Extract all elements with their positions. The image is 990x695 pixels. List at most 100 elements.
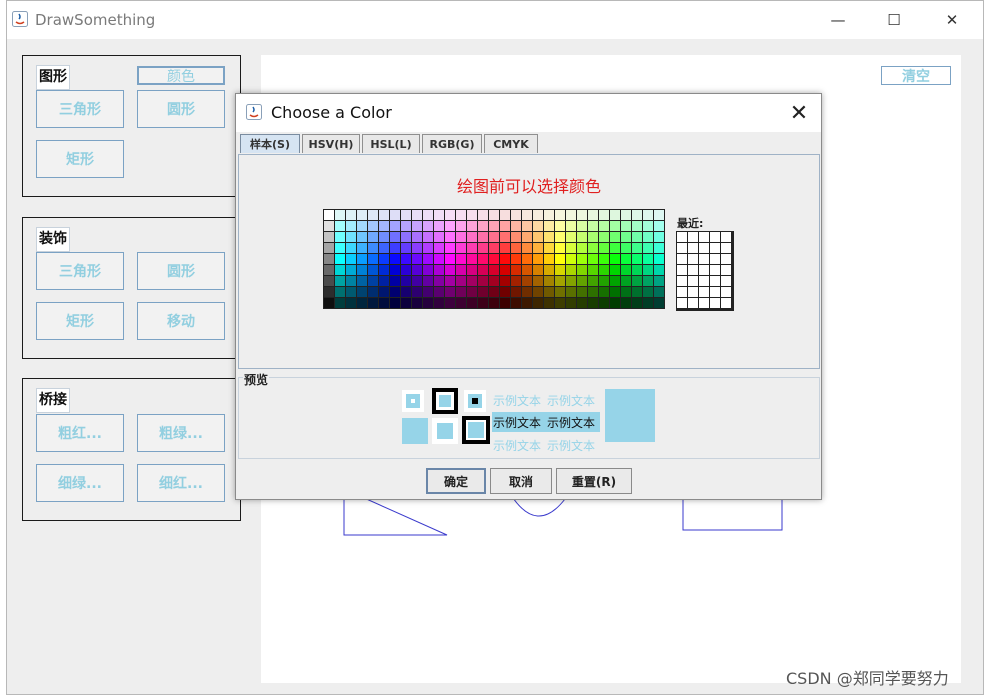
color-swatch[interactable] — [533, 254, 543, 264]
clear-button[interactable]: 清空 — [881, 66, 951, 85]
color-swatch[interactable] — [566, 210, 576, 220]
recent-swatch[interactable] — [699, 287, 709, 297]
color-swatch[interactable] — [577, 232, 587, 242]
color-swatch[interactable] — [522, 287, 532, 297]
color-swatch[interactable] — [621, 254, 631, 264]
color-swatch[interactable] — [500, 265, 510, 275]
color-swatch[interactable] — [423, 265, 433, 275]
color-swatch[interactable] — [577, 254, 587, 264]
color-swatch[interactable] — [610, 265, 620, 275]
color-swatch[interactable] — [643, 276, 653, 286]
color-swatch[interactable] — [544, 254, 554, 264]
color-swatch[interactable] — [467, 232, 477, 242]
color-swatch[interactable] — [368, 298, 378, 308]
color-swatch[interactable] — [511, 265, 521, 275]
decor-triangle-button[interactable]: 三角形 — [36, 252, 124, 290]
recent-swatch[interactable] — [688, 276, 698, 286]
recent-swatch[interactable] — [710, 298, 720, 308]
color-swatch[interactable] — [368, 232, 378, 242]
recent-swatch[interactable] — [677, 287, 687, 297]
color-swatch[interactable] — [489, 210, 499, 220]
color-swatch[interactable] — [566, 287, 576, 297]
color-swatch[interactable] — [412, 210, 422, 220]
color-swatch[interactable] — [489, 232, 499, 242]
color-swatch[interactable] — [522, 298, 532, 308]
reset-button[interactable]: 重置(R) — [556, 468, 632, 494]
color-swatch[interactable] — [555, 243, 565, 253]
color-swatch[interactable] — [555, 232, 565, 242]
color-swatch[interactable] — [654, 232, 664, 242]
color-swatch[interactable] — [610, 287, 620, 297]
color-swatch[interactable] — [379, 232, 389, 242]
color-swatch[interactable] — [357, 232, 367, 242]
color-swatch[interactable] — [478, 287, 488, 297]
color-swatch[interactable] — [456, 221, 466, 231]
color-swatch[interactable] — [445, 276, 455, 286]
color-swatch[interactable] — [522, 265, 532, 275]
color-swatch[interactable] — [346, 287, 356, 297]
color-swatch[interactable] — [412, 243, 422, 253]
color-swatch[interactable] — [588, 243, 598, 253]
color-swatch[interactable] — [401, 298, 411, 308]
color-swatch[interactable] — [412, 232, 422, 242]
color-swatch[interactable] — [632, 287, 642, 297]
color-swatch[interactable] — [599, 287, 609, 297]
recent-swatch[interactable] — [677, 276, 687, 286]
color-swatch[interactable] — [500, 298, 510, 308]
color-swatch[interactable] — [577, 287, 587, 297]
color-swatch[interactable] — [357, 221, 367, 231]
color-swatch[interactable] — [621, 276, 631, 286]
color-swatch[interactable] — [588, 232, 598, 242]
recent-swatch[interactable] — [688, 265, 698, 275]
color-swatch[interactable] — [489, 287, 499, 297]
color-swatch[interactable] — [577, 265, 587, 275]
color-swatch[interactable] — [390, 232, 400, 242]
color-swatch[interactable] — [643, 221, 653, 231]
color-swatch[interactable] — [522, 232, 532, 242]
color-swatch[interactable] — [621, 298, 631, 308]
recent-swatch[interactable] — [677, 298, 687, 308]
recent-swatch[interactable] — [699, 243, 709, 253]
color-swatch[interactable] — [588, 210, 598, 220]
close-button[interactable]: ✕ — [929, 5, 975, 35]
recent-swatch[interactable] — [710, 232, 720, 242]
color-swatch[interactable] — [335, 221, 345, 231]
color-swatch[interactable] — [346, 243, 356, 253]
color-swatch[interactable] — [544, 232, 554, 242]
color-swatch[interactable] — [632, 298, 642, 308]
color-swatch[interactable] — [522, 254, 532, 264]
recent-swatch[interactable] — [688, 287, 698, 297]
color-swatch[interactable] — [324, 265, 334, 275]
color-swatch[interactable] — [401, 221, 411, 231]
recent-swatch[interactable] — [721, 232, 731, 242]
color-swatch[interactable] — [346, 265, 356, 275]
color-swatch[interactable] — [577, 243, 587, 253]
thick-red-button[interactable]: 粗红... — [36, 414, 124, 452]
color-swatch[interactable] — [500, 254, 510, 264]
color-swatch[interactable] — [533, 276, 543, 286]
color-swatch[interactable] — [423, 298, 433, 308]
tab-hsv[interactable]: HSV(H) — [302, 134, 360, 153]
color-swatch[interactable] — [390, 298, 400, 308]
color-swatch[interactable] — [566, 276, 576, 286]
color-swatch[interactable] — [423, 287, 433, 297]
color-swatch[interactable] — [324, 210, 334, 220]
color-swatch[interactable] — [643, 232, 653, 242]
recent-swatch[interactable] — [688, 298, 698, 308]
color-swatch[interactable] — [412, 287, 422, 297]
color-swatch[interactable] — [423, 232, 433, 242]
color-swatch[interactable] — [478, 254, 488, 264]
color-swatch[interactable] — [434, 276, 444, 286]
recent-swatch[interactable] — [721, 298, 731, 308]
color-swatch[interactable] — [346, 210, 356, 220]
color-swatch[interactable] — [390, 287, 400, 297]
tab-hsl[interactable]: HSL(L) — [362, 134, 420, 153]
color-swatch[interactable] — [467, 287, 477, 297]
color-swatch[interactable] — [324, 298, 334, 308]
recent-swatch[interactable] — [677, 254, 687, 264]
color-swatch[interactable] — [390, 254, 400, 264]
color-swatch[interactable] — [390, 265, 400, 275]
color-swatch[interactable] — [654, 210, 664, 220]
color-swatch[interactable] — [467, 221, 477, 231]
color-swatch[interactable] — [544, 298, 554, 308]
